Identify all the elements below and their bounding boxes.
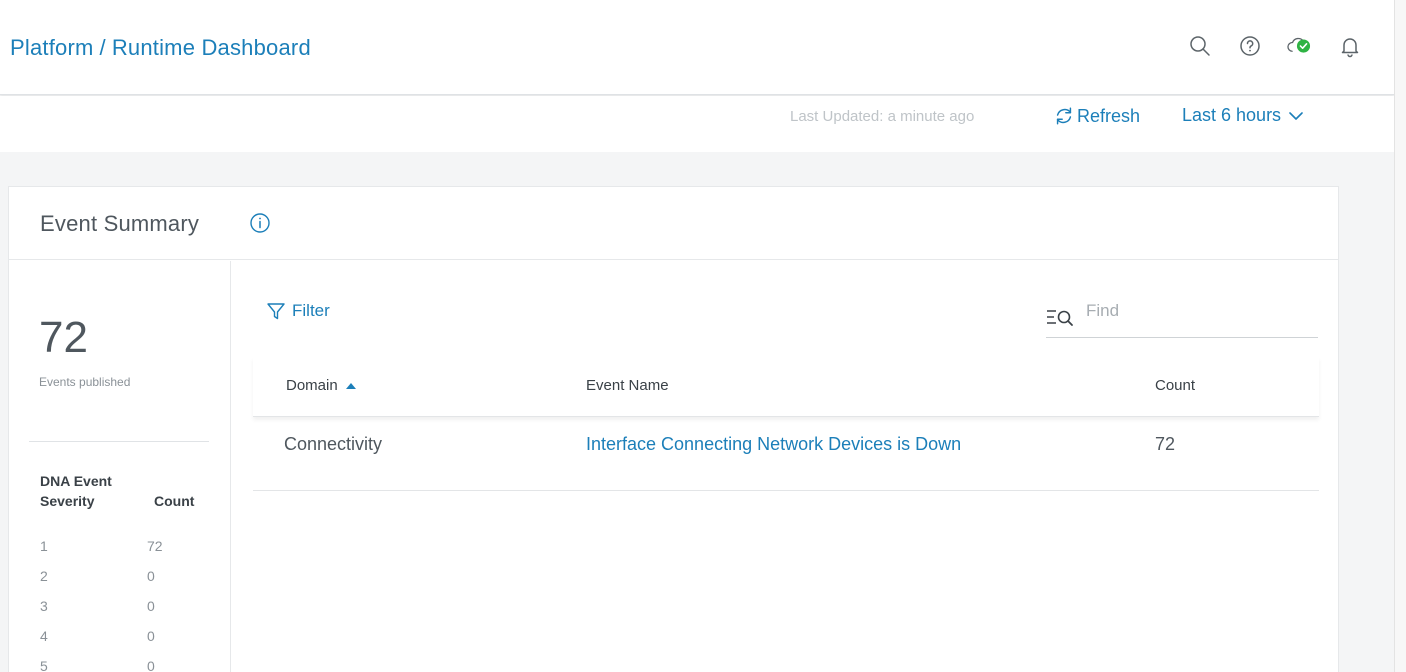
events-total-label: Events published: [39, 375, 131, 389]
column-header-event-name[interactable]: Event Name: [586, 377, 669, 394]
severity-count: 72: [147, 538, 163, 554]
events-table: Domain Event Name Count Connectivity Int…: [253, 357, 1319, 491]
chevron-down-icon: [1289, 111, 1303, 120]
notification-bell-icon[interactable]: [1336, 32, 1364, 60]
severity-header-title: DNA Event: [40, 473, 112, 489]
stats-divider: [29, 441, 209, 442]
sort-ascending-icon: [345, 382, 356, 389]
table-header: Domain Event Name Count: [253, 357, 1319, 417]
refresh-button[interactable]: Refresh: [1053, 105, 1140, 127]
breadcrumb-separator: /: [99, 35, 106, 60]
card-header: Event Summary: [9, 187, 1338, 260]
severity-count: 0: [147, 598, 155, 614]
severity-table-header: DNA Event Severity Count: [40, 471, 220, 511]
info-icon[interactable]: [249, 212, 271, 234]
severity-row: 5 0: [40, 658, 220, 672]
find-input[interactable]: [1086, 299, 1286, 323]
cloud-status-icon[interactable]: [1286, 32, 1314, 60]
severity-row: 1 72: [40, 538, 220, 568]
severity-table-body: 1 72 2 0 3 0 4 0 5 0: [40, 538, 220, 672]
filter-label: Filter: [292, 301, 330, 320]
severity-row: 2 0: [40, 568, 220, 598]
breadcrumb: Platform / Runtime Dashboard: [10, 35, 311, 61]
event-summary-card: Event Summary 72 Events published DNA Ev…: [8, 186, 1339, 672]
column-header-domain[interactable]: Domain: [286, 377, 356, 394]
refresh-icon: [1056, 107, 1072, 125]
search-icon[interactable]: [1186, 32, 1214, 60]
events-total: 72: [39, 313, 88, 362]
severity-level: 1: [40, 538, 48, 554]
cell-domain: Connectivity: [284, 434, 383, 454]
refresh-label: Refresh: [1077, 105, 1141, 126]
vertical-scrollbar[interactable]: [1394, 0, 1406, 672]
severity-level: 3: [40, 598, 48, 614]
severity-level: 5: [40, 658, 48, 672]
cell-event-name-link[interactable]: Interface Connecting Network Devices is …: [586, 434, 961, 455]
severity-row: 4 0: [40, 628, 220, 658]
time-range-label: Last 6 hours: [1182, 105, 1282, 125]
event-stats-panel: 72 Events published DNA Event Severity C…: [9, 261, 231, 672]
breadcrumb-current: Runtime Dashboard: [111, 35, 311, 60]
severity-level: 2: [40, 568, 48, 584]
column-header-count[interactable]: Count: [1155, 377, 1195, 394]
severity-level: 4: [40, 628, 48, 644]
severity-row: 3 0: [40, 598, 220, 628]
page: Platform / Runtime Dashboard Last Update…: [0, 0, 1406, 672]
header-icons: [1164, 28, 1364, 64]
severity-count: 0: [147, 658, 155, 672]
last-updated-text: Last Updated: a minute ago: [790, 108, 975, 125]
severity-count: 0: [147, 628, 155, 644]
cell-count: 72: [1155, 434, 1176, 454]
severity-column-header: Severity: [40, 493, 95, 509]
list-search-icon: [1047, 310, 1073, 326]
severity-count-column-header: Count: [154, 493, 195, 509]
dashboard-toolbar: Last Updated: a minute ago Refresh Last …: [0, 96, 1394, 152]
find-field: [1046, 293, 1318, 338]
time-range-dropdown[interactable]: Last 6 hours: [1182, 105, 1303, 126]
severity-count: 0: [147, 568, 155, 584]
card-title: Event Summary: [40, 211, 200, 236]
filter-button[interactable]: Filter: [266, 301, 330, 321]
column-header-domain-label: Domain: [286, 377, 338, 394]
filter-icon: [267, 303, 285, 320]
table-row: Connectivity Interface Connecting Networ…: [253, 417, 1319, 491]
top-header: Platform / Runtime Dashboard: [0, 0, 1394, 95]
help-icon[interactable]: [1236, 32, 1264, 60]
breadcrumb-parent[interactable]: Platform: [10, 35, 94, 60]
